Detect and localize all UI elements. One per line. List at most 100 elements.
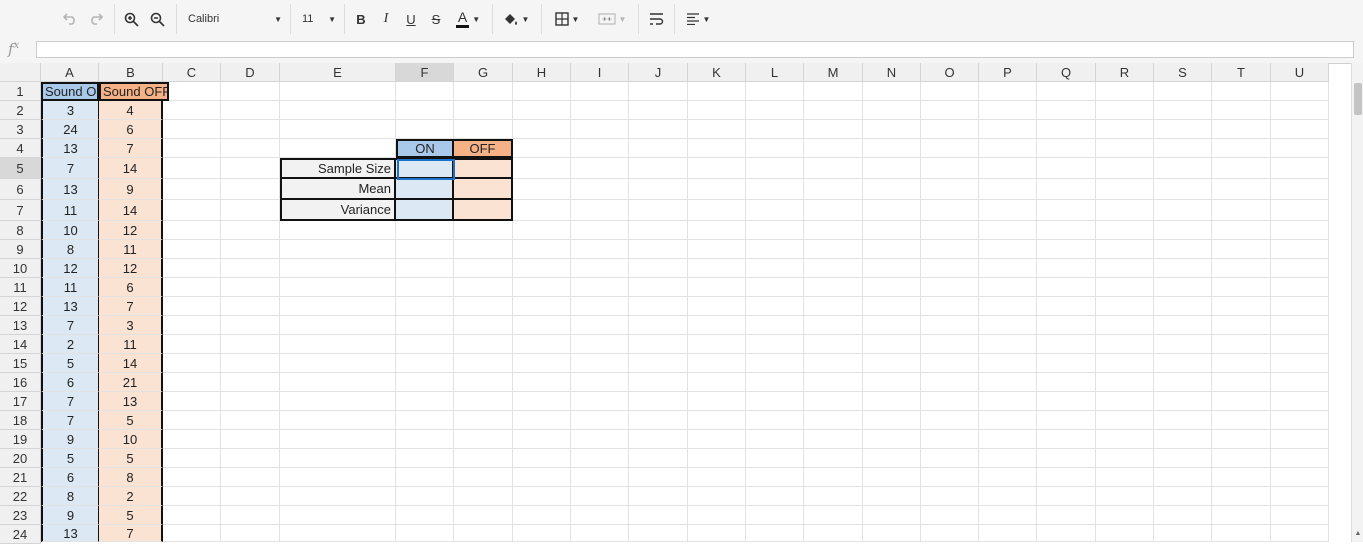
cell[interactable] [163, 335, 221, 354]
font-name-select[interactable]: Calibri ▼ [182, 8, 282, 30]
cell[interactable] [163, 240, 221, 259]
cell[interactable] [629, 278, 688, 297]
table-cell-a[interactable]: 13 [41, 297, 99, 316]
cell[interactable] [1212, 373, 1271, 392]
cell[interactable] [979, 139, 1037, 158]
cell[interactable] [1154, 487, 1212, 506]
cell[interactable] [280, 392, 396, 411]
cell[interactable] [221, 120, 280, 139]
column-header-i[interactable]: I [571, 63, 629, 82]
redo-icon[interactable] [86, 8, 106, 30]
cell[interactable] [1037, 430, 1096, 449]
table-cell-b[interactable]: 13 [99, 392, 163, 411]
cell[interactable] [1037, 297, 1096, 316]
font-size-select[interactable]: 11 ▼ [296, 8, 336, 30]
cell[interactable] [1154, 221, 1212, 240]
cell[interactable] [979, 120, 1037, 139]
cell[interactable] [1271, 392, 1329, 411]
cell[interactable] [629, 82, 688, 101]
cell[interactable] [804, 200, 863, 221]
cell[interactable] [804, 297, 863, 316]
summary-cell-off[interactable] [454, 158, 513, 179]
table-cell-a[interactable]: 3 [41, 101, 99, 120]
cell[interactable] [454, 101, 513, 120]
table-cell-b[interactable]: 7 [99, 525, 163, 542]
cell[interactable] [921, 506, 979, 525]
cell[interactable] [280, 297, 396, 316]
cell[interactable] [513, 221, 571, 240]
cell[interactable] [979, 487, 1037, 506]
cell[interactable] [454, 506, 513, 525]
cell[interactable] [688, 297, 746, 316]
cell[interactable] [746, 392, 804, 411]
cell[interactable] [571, 278, 629, 297]
table-cell-a[interactable]: 2 [41, 335, 99, 354]
cell[interactable] [688, 373, 746, 392]
cell[interactable] [280, 221, 396, 240]
summary-row-label[interactable]: Variance [280, 200, 396, 221]
row-header-22[interactable]: 22 [0, 487, 41, 506]
cell[interactable] [513, 278, 571, 297]
cell[interactable] [804, 373, 863, 392]
cell[interactable] [1154, 240, 1212, 259]
cell[interactable] [221, 430, 280, 449]
cell[interactable] [1271, 82, 1329, 101]
cell[interactable] [746, 278, 804, 297]
cell[interactable] [454, 392, 513, 411]
cell[interactable] [921, 200, 979, 221]
cell[interactable] [746, 297, 804, 316]
column-header-b[interactable]: B [99, 63, 163, 82]
table-cell-b[interactable]: 5 [99, 411, 163, 430]
cell[interactable] [221, 316, 280, 335]
table-cell-b[interactable]: 14 [99, 354, 163, 373]
row-header-14[interactable]: 14 [0, 335, 41, 354]
cell[interactable] [863, 373, 921, 392]
undo-icon[interactable] [60, 8, 80, 30]
borders-button[interactable]: ▼ [550, 8, 584, 30]
cell[interactable] [688, 525, 746, 542]
cell[interactable] [746, 430, 804, 449]
cell[interactable] [571, 179, 629, 200]
cell[interactable] [280, 82, 396, 101]
merge-cells-button[interactable]: ▼ [594, 8, 630, 30]
cell[interactable] [804, 158, 863, 179]
cell[interactable] [571, 139, 629, 158]
cell[interactable] [513, 525, 571, 542]
cell[interactable] [804, 468, 863, 487]
cell[interactable] [863, 200, 921, 221]
cell[interactable] [629, 430, 688, 449]
cell[interactable] [163, 120, 221, 139]
cell[interactable] [280, 506, 396, 525]
cell-a1-header[interactable]: Sound O [41, 82, 99, 101]
cell[interactable] [280, 411, 396, 430]
cell[interactable] [1212, 487, 1271, 506]
cell[interactable] [1271, 240, 1329, 259]
cell[interactable] [1271, 179, 1329, 200]
cell[interactable] [1271, 278, 1329, 297]
cell[interactable] [1037, 278, 1096, 297]
cell[interactable] [221, 354, 280, 373]
cell[interactable] [221, 200, 280, 221]
cell[interactable] [863, 316, 921, 335]
cell[interactable] [221, 179, 280, 200]
cell[interactable] [396, 468, 454, 487]
cell[interactable] [1096, 392, 1154, 411]
cell[interactable] [280, 525, 396, 542]
cell[interactable] [629, 354, 688, 373]
cell[interactable] [688, 82, 746, 101]
table-cell-b[interactable]: 7 [99, 139, 163, 158]
cell[interactable] [1096, 179, 1154, 200]
table-cell-b[interactable]: 3 [99, 316, 163, 335]
cell[interactable] [1096, 221, 1154, 240]
cell[interactable] [921, 411, 979, 430]
row-header-19[interactable]: 19 [0, 430, 41, 449]
cell[interactable] [921, 335, 979, 354]
cell[interactable] [163, 200, 221, 221]
cell[interactable] [1154, 82, 1212, 101]
cell[interactable] [1212, 200, 1271, 221]
row-header-2[interactable]: 2 [0, 101, 41, 120]
cell[interactable] [863, 449, 921, 468]
cell[interactable] [1271, 139, 1329, 158]
cell[interactable] [629, 525, 688, 542]
cell[interactable] [280, 468, 396, 487]
